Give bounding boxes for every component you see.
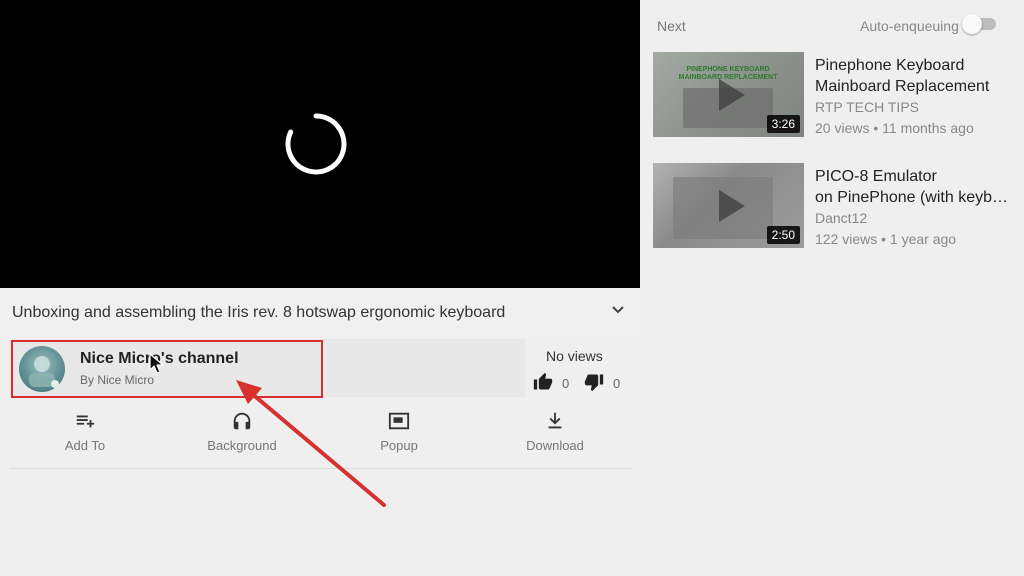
video-title-row[interactable]: Unboxing and assembling the Iris rev. 8 …	[0, 288, 640, 338]
title-line: Pinephone Keyboard	[815, 57, 965, 74]
thumbs-up-icon[interactable]	[533, 372, 553, 392]
play-icon	[718, 189, 745, 222]
playlist-add-icon	[76, 415, 95, 428]
video-title: Unboxing and assembling the Iris rev. 8 …	[12, 304, 506, 321]
download-button[interactable]: Download	[495, 410, 615, 460]
related-video-title[interactable]: Pinephone Keyboard Mainboard Replacement	[815, 55, 1015, 97]
video-thumbnail[interactable]: 2:50	[653, 163, 804, 248]
annotation-highlight-box	[11, 340, 323, 398]
add-to-label: Add To	[64, 438, 106, 453]
like-count: 0	[562, 376, 570, 391]
title-line: on PinePhone (with keyboard)	[815, 189, 1015, 206]
title-line: PICO-8 Emulator	[815, 168, 937, 185]
related-video-meta: 122 views • 1 year ago	[815, 231, 957, 247]
related-video-title[interactable]: PICO-8 Emulator on PinePhone (with keybo…	[815, 166, 1015, 208]
dislike-count: 0	[613, 376, 621, 391]
thumbs-down-icon[interactable]	[584, 372, 604, 392]
background-button[interactable]: Background	[182, 410, 302, 460]
toggle-knob	[962, 14, 982, 34]
popup-button[interactable]: Popup	[339, 410, 459, 460]
headphones-icon	[233, 412, 251, 430]
mouse-cursor-icon	[149, 353, 164, 374]
title-line: Mainboard Replacement	[815, 78, 990, 95]
app-screen: Unboxing and assembling the Iris rev. 8 …	[0, 0, 1024, 576]
auto-enqueue-toggle[interactable]	[962, 14, 996, 34]
video-duration: 2:50	[766, 226, 800, 244]
play-icon	[718, 78, 745, 111]
video-thumbnail[interactable]: Pinephone Keyboard Mainboard Replacement…	[653, 52, 804, 137]
download-label: Download	[526, 438, 584, 453]
add-to-button[interactable]: Add To	[25, 410, 145, 460]
related-video-channel: Danct12	[815, 210, 868, 226]
video-duration: 3:26	[766, 115, 800, 133]
auto-enqueue-label: Auto-enqueuing	[860, 18, 959, 34]
related-video-meta: 20 views • 11 months ago	[815, 120, 974, 136]
background-label: Background	[207, 438, 277, 453]
view-count: No views	[546, 348, 603, 364]
section-divider	[10, 468, 632, 469]
loading-spinner-icon	[285, 113, 347, 175]
chevron-down-icon[interactable]	[610, 302, 626, 318]
next-label: Next	[657, 18, 686, 34]
related-video-channel: RTP TECH TIPS	[815, 99, 919, 115]
download-icon	[548, 412, 562, 429]
video-player[interactable]	[0, 0, 640, 288]
popup-label: Popup	[380, 438, 418, 453]
picture-in-picture-icon	[388, 412, 410, 430]
